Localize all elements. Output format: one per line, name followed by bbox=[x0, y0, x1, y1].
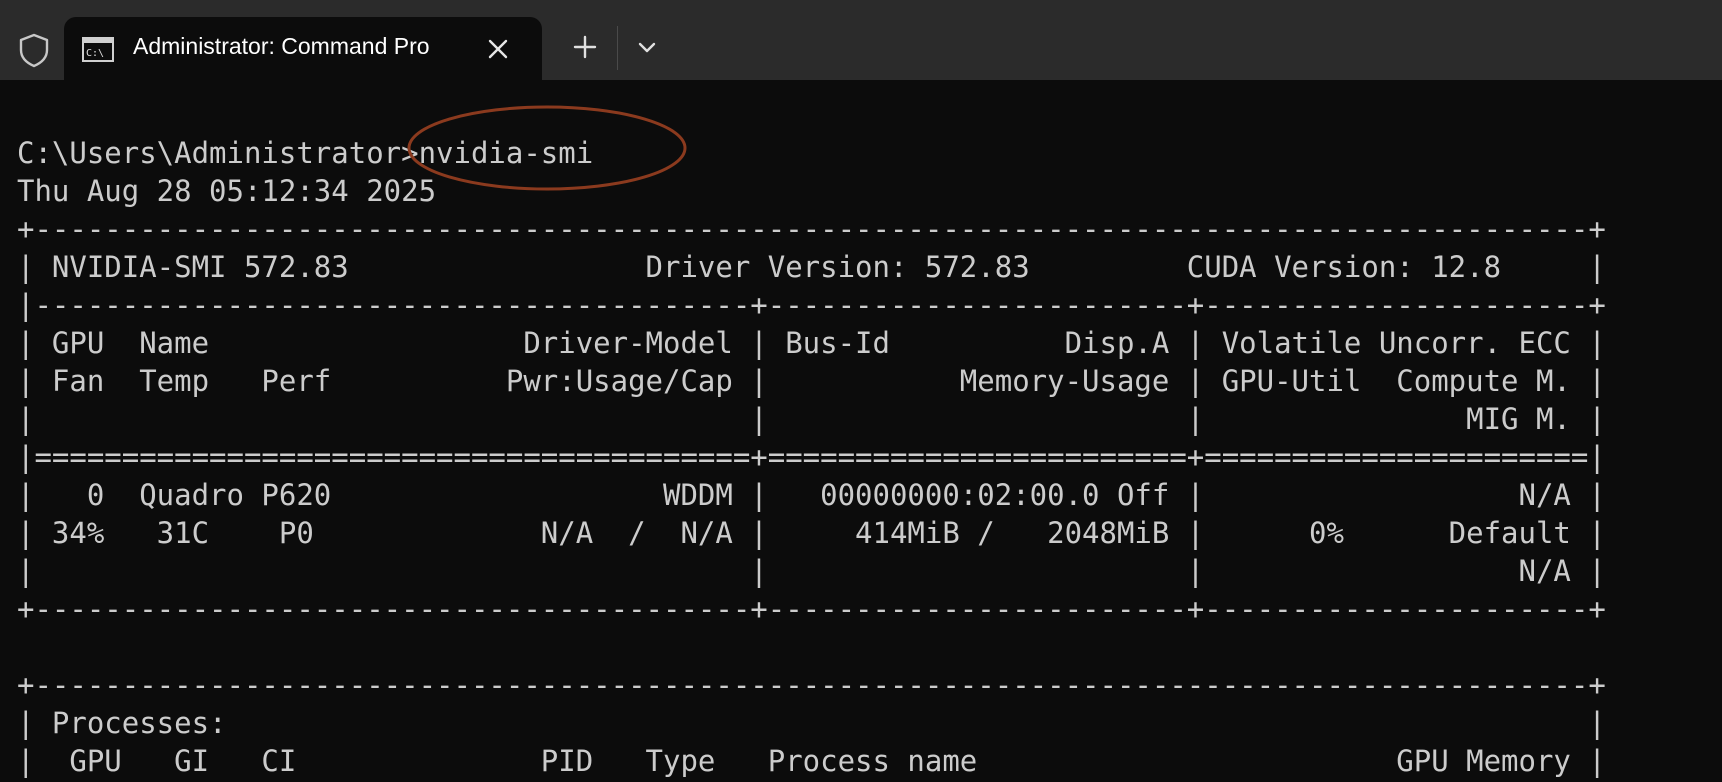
terminal-output: C:\Users\Administrator>nvidia-smi Thu Au… bbox=[17, 134, 1606, 780]
terminal-line: | NVIDIA-SMI 572.83 Driver Version: 572.… bbox=[17, 250, 1606, 284]
terminal-line: +---------------------------------------… bbox=[17, 668, 1606, 702]
tab-dropdown-button[interactable] bbox=[630, 30, 664, 64]
terminal-line: +---------------------------------------… bbox=[17, 212, 1606, 246]
title-bar: C:\ Administrator: Command Pro bbox=[0, 0, 1722, 80]
close-icon[interactable] bbox=[484, 35, 512, 63]
tab-title: Administrator: Command Pro bbox=[133, 33, 430, 59]
tab-command-prompt[interactable]: C:\ Administrator: Command Pro bbox=[64, 17, 542, 80]
terminal-line: |=======================================… bbox=[17, 440, 1606, 474]
terminal-line: Thu Aug 28 05:12:34 2025 bbox=[17, 174, 437, 208]
terminal-line: | GPU GI CI PID Type Process name GPU Me… bbox=[17, 744, 1606, 778]
new-tab-button[interactable] bbox=[568, 30, 602, 64]
terminal-line: | | | N/A | bbox=[17, 554, 1606, 588]
shield-icon bbox=[19, 33, 49, 68]
terminal-line: | Fan Temp Perf Pwr:Usage/Cap | Memory-U… bbox=[17, 364, 1606, 398]
terminal-line: | GPU Name Driver-Model | Bus-Id Disp.A … bbox=[17, 326, 1606, 360]
terminal-line: | | | MIG M. | bbox=[17, 402, 1606, 436]
tab-separator bbox=[617, 26, 618, 70]
terminal-line: +---------------------------------------… bbox=[17, 592, 1606, 626]
svg-text:C:\: C:\ bbox=[86, 48, 104, 59]
terminal-line: |---------------------------------------… bbox=[17, 288, 1606, 322]
terminal-line: C:\Users\Administrator>nvidia-smi bbox=[17, 136, 594, 170]
terminal-line: | 34% 31C P0 N/A / N/A | 414MiB / 2048Mi… bbox=[17, 516, 1606, 550]
terminal-line: | Processes: | bbox=[17, 706, 1606, 740]
command-prompt-icon: C:\ bbox=[82, 37, 114, 62]
terminal-line: | 0 Quadro P620 WDDM | 00000000:02:00.0 … bbox=[17, 478, 1606, 512]
terminal-pane[interactable]: C:\Users\Administrator>nvidia-smi Thu Au… bbox=[0, 80, 1722, 782]
